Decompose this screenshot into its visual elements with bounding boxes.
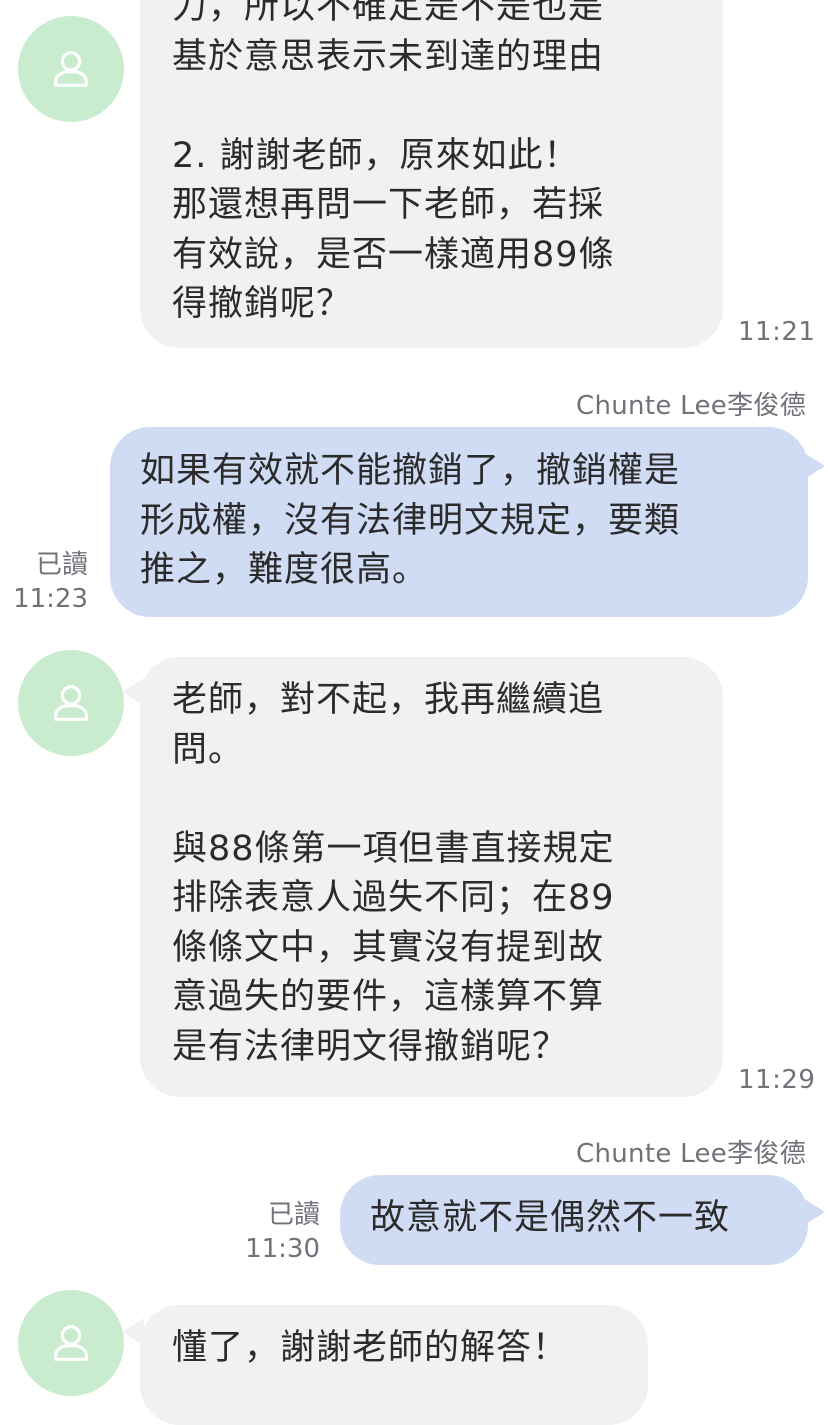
message-bubble[interactable]: 故意就不是偶然不一致 (340, 1175, 808, 1265)
avatar[interactable] (18, 650, 124, 756)
person-outline-icon (54, 1325, 88, 1361)
avatar[interactable] (18, 1290, 124, 1396)
bubble-tail (803, 1198, 825, 1226)
person-outline-icon (54, 51, 88, 87)
message-time: 11:30 (245, 1234, 320, 1264)
sender-name: Chunte Lee李俊德 (576, 391, 806, 421)
read-label: 已讀 (267, 1200, 320, 1230)
read-receipt: 已讀 11:30 (240, 1198, 320, 1266)
message-bubble[interactable]: 老師，對不起，我再繼續追 問。 與88條第一項但書直接規定 排除表意人過失不同；… (140, 657, 723, 1097)
read-receipt: 已讀 11:23 (8, 548, 88, 616)
read-label: 已讀 (35, 550, 88, 580)
person-outline-icon (54, 685, 88, 721)
bubble-tail (803, 452, 825, 480)
message-bubble[interactable]: 如果有效就不能撤銷了，撤銷權是 形成權，沒有法律明文規定，要類 推之，難度很高。 (110, 427, 808, 617)
message-time: 11:23 (13, 584, 88, 614)
message-bubble[interactable]: 懂了，謝謝老師的解答！ (140, 1305, 648, 1425)
message-bubble[interactable]: 力，所以不確定是不是也是 基於意思表示未到達的理由 2. 謝謝老師，原來如此！ … (140, 0, 723, 348)
avatar[interactable] (18, 16, 124, 122)
message-time: 11:21 (738, 317, 816, 347)
message-time: 11:29 (738, 1065, 816, 1095)
sender-name: Chunte Lee李俊德 (576, 1139, 806, 1169)
